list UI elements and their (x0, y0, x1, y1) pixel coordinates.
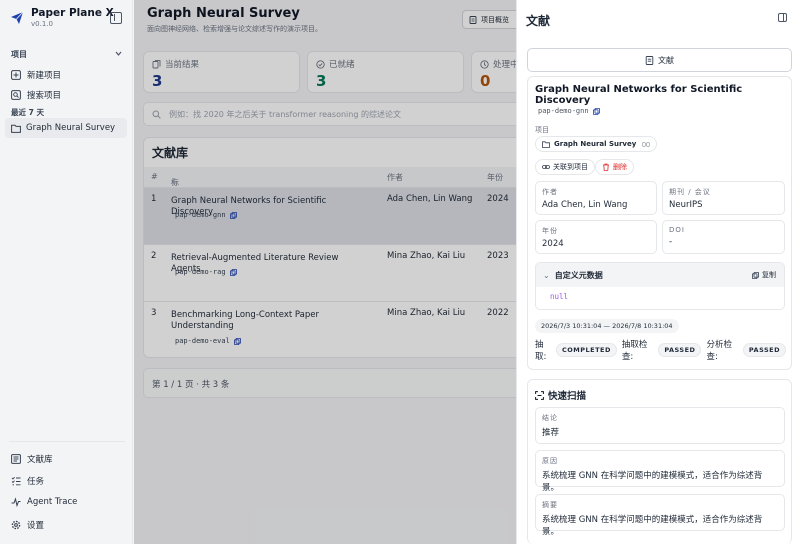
quick-scan-title-text: 快速扫描 (548, 391, 587, 402)
projects-section-header[interactable]: 项目 (11, 49, 123, 60)
date-range-badge: 2026/7/3 10:31:04 — 2026/7/8 10:31:04 (535, 319, 679, 333)
field-doi-label: DOI (669, 226, 685, 234)
nav-tasks[interactable]: 任务 (11, 475, 44, 487)
copy-metadata-label: 复制 (762, 271, 776, 279)
folder-icon (11, 124, 21, 133)
analysis-check-badge: PASSED (742, 343, 786, 357)
link-icon (542, 165, 550, 169)
copy-icon (752, 271, 759, 279)
nav-settings[interactable]: 设置 (11, 519, 44, 531)
app-brand[interactable]: Paper Plane X v0.1.0 (10, 7, 114, 28)
field-authors-value: Ada Chen, Lin Wang (542, 200, 628, 210)
field-authors-label: 作者 (542, 188, 558, 196)
custom-metadata-title: 自定义元数据 (554, 270, 603, 280)
gear-icon (11, 520, 21, 530)
modal-backdrop[interactable] (134, 0, 516, 544)
scan-reason: 原因 系统梳理 GNN 在科学问题中的建模模式，适合作为综述背景。 (535, 450, 785, 493)
nav-tasks-label: 任务 (27, 477, 45, 487)
copy-icon (592, 107, 600, 115)
paper-id[interactable]: pap-demo-gnn (538, 107, 600, 115)
recent-section-label: 最近 7 天 (11, 108, 44, 117)
project-chip[interactable]: Graph Neural Survey (535, 136, 658, 152)
field-year: 年份 2024 (535, 220, 657, 254)
nav-agent-trace[interactable]: Agent Trace (11, 497, 77, 507)
document-icon (645, 55, 654, 65)
unlink-icon (642, 141, 651, 147)
scan-reason-value: 系统梳理 GNN 在科学问题中的建模模式，适合作为综述背景。 (542, 471, 763, 493)
sidebar-collapse-icon[interactable] (110, 12, 122, 24)
plus-square-icon (11, 70, 21, 80)
chevron-down-icon (115, 51, 122, 56)
folder-icon (542, 140, 550, 148)
recent-project-item[interactable]: Graph Neural Survey (5, 118, 127, 138)
nav-library-label: 文献库 (27, 455, 53, 465)
activity-icon (11, 497, 21, 507)
field-venue-label: 期刊 / 会议 (669, 188, 711, 196)
nav-library[interactable]: 文献库 (11, 453, 53, 465)
project-chip-label: Graph Neural Survey (554, 140, 637, 148)
app-title: Paper Plane X (31, 7, 114, 19)
paper-id-text: pap-demo-gnn (538, 107, 589, 115)
extract-check-badge: PASSED (658, 343, 702, 357)
recent-project-label: Graph Neural Survey (26, 123, 116, 133)
scan-icon (535, 390, 544, 400)
custom-metadata-value: null (550, 292, 569, 301)
field-venue-value: NeurIPS (669, 200, 703, 210)
tasks-icon (11, 476, 21, 486)
search-projects-label: 搜索项目 (27, 91, 62, 101)
nav-agent-trace-label: Agent Trace (27, 497, 78, 507)
sidebar-divider (9, 441, 125, 442)
trash-icon (603, 163, 609, 171)
quick-scan-card: 快速扫描 结论 推荐 原因 系统梳理 GNN 在科学问题中的建模模式，适合作为综… (527, 379, 792, 544)
drawer-title: 文献 (526, 14, 551, 28)
search-square-icon (11, 90, 21, 100)
custom-metadata-toggle[interactable]: ⌄ 自定义元数据 复制 (536, 263, 784, 287)
document-tab-button[interactable]: 文献 (527, 48, 792, 72)
field-venue: 期刊 / 会议 NeurIPS (662, 181, 785, 215)
paper-title: Graph Neural Networks for Scientific Dis… (535, 84, 743, 106)
field-year-value: 2024 (542, 239, 564, 249)
new-project-button[interactable]: 新建项目 (11, 69, 61, 81)
scan-summary-label: 摘要 (542, 501, 558, 509)
analysis-check-label: 分析检查: (706, 340, 732, 362)
link-to-project-label: 关联到项目 (553, 163, 588, 171)
extract-check-label: 抽取检查: (621, 340, 648, 362)
copy-metadata-button[interactable]: 复制 (752, 270, 776, 280)
paper-plane-icon (11, 11, 24, 24)
scan-reason-label: 原因 (542, 457, 558, 465)
new-project-label: 新建项目 (27, 71, 62, 81)
delete-label: 删除 (613, 163, 627, 171)
app-version: v0.1.0 (31, 20, 53, 28)
sidebar: Paper Plane X v0.1.0 项目 新建项目 搜索项目 最近 7 天… (0, 0, 133, 544)
field-doi: DOI - (662, 220, 785, 254)
scan-summary-value: 系统梳理 GNN 在科学问题中的建模模式，适合作为综述背景。 (542, 515, 763, 537)
field-year-label: 年份 (542, 227, 558, 235)
projects-label: 项目 (11, 50, 27, 59)
paper-detail-card: Graph Neural Networks for Scientific Dis… (527, 76, 792, 370)
nav-settings-label: 设置 (27, 521, 45, 531)
library-icon (11, 454, 21, 464)
custom-metadata-panel: ⌄ 自定义元数据 复制 null (535, 262, 785, 310)
delete-button[interactable]: 删除 (595, 159, 634, 175)
chevron-down-icon: ⌄ (543, 270, 550, 280)
drawer-close-icon[interactable] (778, 13, 787, 22)
scan-summary: 摘要 系统梳理 GNN 在科学问题中的建模模式，适合作为综述背景。 (535, 494, 785, 537)
paper-detail-drawer: 文献 文献 Graph Neural Networks for Scientif… (516, 0, 800, 544)
status-row: 抽取: COMPLETED 抽取检查: PASSED 分析检查: PASSED (535, 338, 791, 362)
document-tab-label: 文献 (658, 55, 674, 65)
extract-status-badge: COMPLETED (556, 343, 617, 357)
scan-conclusion: 结论 推荐 (535, 407, 785, 444)
field-authors: 作者 Ada Chen, Lin Wang (535, 181, 657, 215)
scan-conclusion-value: 推荐 (542, 428, 560, 438)
extract-label: 抽取: (535, 340, 547, 362)
link-to-project-button[interactable]: 关联到项目 (535, 159, 595, 175)
project-label: 项目 (535, 126, 549, 134)
field-doi-value: - (669, 237, 673, 247)
quick-scan-title: 快速扫描 (535, 388, 586, 402)
scan-conclusion-label: 结论 (542, 414, 558, 422)
search-projects-button[interactable]: 搜索项目 (11, 89, 61, 101)
